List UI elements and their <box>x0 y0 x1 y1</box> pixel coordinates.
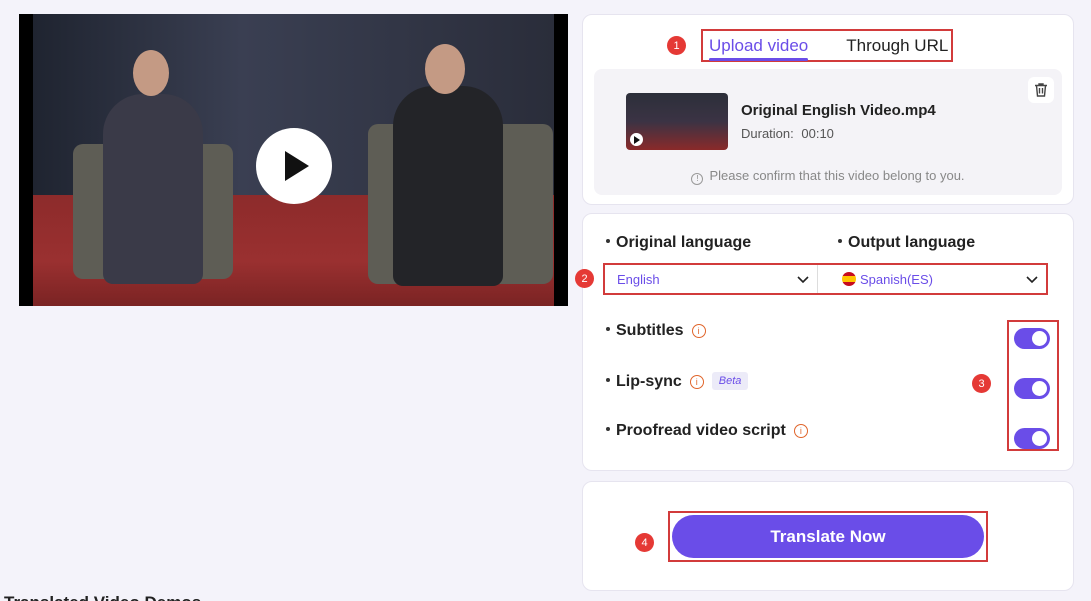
language-selectors: English Spanish(ES) <box>603 263 1048 295</box>
lip-sync-label: Lip-sync <box>616 373 682 390</box>
beta-badge: Beta <box>711 372 749 390</box>
output-language-heading: Output language <box>838 234 975 252</box>
info-icon: ! <box>691 173 704 185</box>
option-proofread: Proofread video script i <box>606 422 808 440</box>
chevron-down-icon <box>797 276 809 284</box>
play-button[interactable] <box>256 128 332 204</box>
original-language-select[interactable]: English <box>605 265 818 293</box>
duration-value: 00:10 <box>801 126 834 141</box>
subtitles-toggle[interactable] <box>1014 328 1050 349</box>
tab-through-url[interactable]: Through URL <box>846 36 948 56</box>
play-icon <box>285 151 309 181</box>
video-thumbnail[interactable] <box>626 93 728 150</box>
proofread-toggle[interactable] <box>1014 428 1050 449</box>
file-duration: Duration: 00:10 <box>741 126 834 141</box>
translate-highlight: Translate Now <box>668 511 988 562</box>
output-language-select[interactable]: Spanish(ES) <box>818 265 1046 293</box>
duration-label: Duration: <box>741 126 794 141</box>
step-marker-1: 1 <box>667 36 686 55</box>
ownership-notice: ! Please confirm that this video belong t… <box>594 168 1062 185</box>
tab-upload-video[interactable]: Upload video <box>709 36 809 61</box>
uploaded-file-card: Original English Video.mp4 Duration: 00:… <box>594 69 1062 195</box>
subtitles-label: Subtitles <box>616 322 684 339</box>
thumbnail-play-icon <box>630 133 643 146</box>
info-icon[interactable]: i <box>793 424 808 438</box>
source-tabs: Upload video Through URL <box>701 29 953 62</box>
translate-now-button[interactable]: Translate Now <box>672 515 984 558</box>
upload-panel: 1 Upload video Through URL Original Engl… <box>582 14 1074 205</box>
info-icon[interactable]: i <box>691 324 706 338</box>
original-language-heading: Original language <box>606 234 751 252</box>
proofread-label: Proofread video script <box>616 422 786 439</box>
chevron-down-icon <box>1026 276 1038 284</box>
step-marker-4: 4 <box>635 533 654 552</box>
option-toggles <box>1007 320 1059 451</box>
notice-text: Please confirm that this video belong to… <box>709 168 965 183</box>
step-marker-2: 2 <box>575 269 594 288</box>
option-lip-sync: Lip-sync i Beta <box>606 372 749 391</box>
spain-flag-icon <box>842 272 856 286</box>
original-language-value: English <box>617 271 660 287</box>
original-language-label: Original language <box>616 234 752 251</box>
demos-heading: Translated Video Demos <box>4 593 201 601</box>
lip-sync-toggle[interactable] <box>1014 378 1050 399</box>
delete-file-button[interactable] <box>1028 77 1054 103</box>
output-language-label: Output language <box>848 234 976 251</box>
step-marker-3: 3 <box>972 374 991 393</box>
option-subtitles: Subtitles i <box>606 322 706 340</box>
output-language-value: Spanish(ES) <box>860 271 933 287</box>
action-panel: 4 Translate Now <box>582 481 1074 591</box>
trash-icon <box>1035 83 1047 97</box>
file-name: Original English Video.mp4 <box>741 102 936 119</box>
info-icon[interactable]: i <box>689 375 704 389</box>
video-preview[interactable] <box>19 14 568 306</box>
language-panel: Original language Output language 2 Engl… <box>575 213 1074 471</box>
